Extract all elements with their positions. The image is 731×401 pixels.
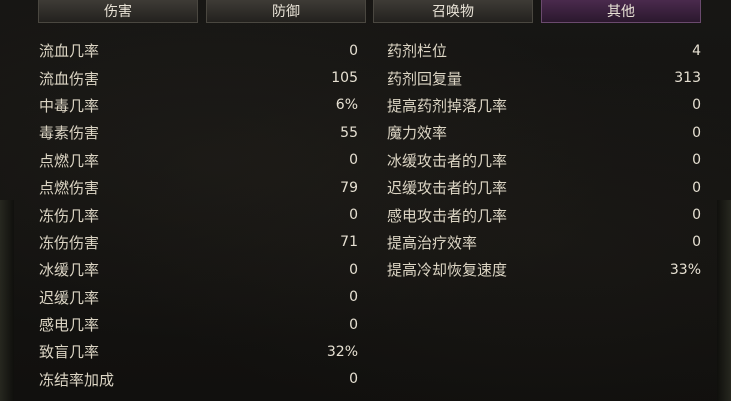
stat-label: 迟缓几率 <box>39 288 100 307</box>
stat-value: 0 <box>692 124 701 141</box>
stat-label: 冻结率加成 <box>39 370 115 389</box>
stat-value: 0 <box>349 207 358 224</box>
stat-row: 迟缓几率 0 <box>39 284 358 311</box>
stat-row: 冻结率加成 0 <box>39 366 358 393</box>
stat-label: 冰缓几率 <box>39 261 100 280</box>
stat-row: 中毒几率 6% <box>39 92 358 119</box>
stat-value: 6% <box>335 97 358 114</box>
tab-minions-label: 召唤物 <box>432 4 474 20</box>
tab-minions[interactable]: 召唤物 <box>373 0 533 23</box>
stat-value: 55 <box>340 124 358 141</box>
stat-label: 提高治疗效率 <box>387 233 478 252</box>
tab-damage-label: 伤害 <box>104 4 132 20</box>
stat-label: 提高冷却恢复速度 <box>387 261 508 280</box>
stat-value: 4 <box>692 42 701 59</box>
stat-value: 0 <box>349 42 358 59</box>
stat-row: 冰缓几率 0 <box>39 256 358 283</box>
stat-label: 流血伤害 <box>39 69 100 88</box>
stat-row: 冻伤几率 0 <box>39 201 358 228</box>
stat-value: 32% <box>326 343 358 360</box>
stat-row: 点燃几率 0 <box>39 147 358 174</box>
stat-value: 33% <box>669 261 701 278</box>
stat-value: 0 <box>692 152 701 169</box>
stat-value: 0 <box>349 261 358 278</box>
stat-label: 点燃几率 <box>39 151 100 170</box>
tab-damage[interactable]: 伤害 <box>38 0 198 23</box>
stat-label: 毒素伤害 <box>39 124 100 143</box>
stats-tab-bar: 伤害 防御 召唤物 其他 <box>38 0 708 24</box>
stat-row: 流血伤害 105 <box>39 64 358 91</box>
stat-value: 0 <box>692 179 701 196</box>
stat-value: 79 <box>340 179 358 196</box>
right-stats-column: 药剂栏位 4 药剂回复量 313 提高药剂掉落几率 0 魔力效率 0 冰缓攻击者的几率 0… <box>387 37 701 284</box>
stat-row: 流血几率 0 <box>39 37 358 64</box>
stat-row: 提高治疗效率 0 <box>387 229 701 256</box>
stat-label: 中毒几率 <box>39 96 100 115</box>
left-frame-ornament <box>0 200 14 401</box>
stat-label: 迟缓攻击者的几率 <box>387 179 508 198</box>
stat-label: 药剂回复量 <box>387 69 463 88</box>
stat-label: 提高药剂掉落几率 <box>387 96 508 115</box>
stat-value: 313 <box>674 70 701 87</box>
stat-row: 迟缓攻击者的几率 0 <box>387 174 701 201</box>
tab-other[interactable]: 其他 <box>541 0 701 23</box>
stat-label: 感电攻击者的几率 <box>387 206 508 225</box>
stat-row: 药剂栏位 4 <box>387 37 701 64</box>
stat-value: 0 <box>349 289 358 306</box>
stat-row: 提高药剂掉落几率 0 <box>387 92 701 119</box>
stat-label: 感电几率 <box>39 316 100 335</box>
stat-value: 0 <box>692 234 701 251</box>
stat-row: 药剂回复量 313 <box>387 64 701 91</box>
stat-row: 毒素伤害 55 <box>39 119 358 146</box>
stat-label: 冻伤几率 <box>39 206 100 225</box>
stat-row: 致盲几率 32% <box>39 338 358 365</box>
stat-row: 魔力效率 0 <box>387 119 701 146</box>
stat-value: 71 <box>340 234 358 251</box>
stat-row: 点燃伤害 79 <box>39 174 358 201</box>
stat-label: 冰缓攻击者的几率 <box>387 151 508 170</box>
stat-label: 致盲几率 <box>39 343 100 362</box>
stat-row: 感电几率 0 <box>39 311 358 338</box>
stat-value: 0 <box>349 371 358 388</box>
stat-value: 0 <box>349 316 358 333</box>
stat-label: 药剂栏位 <box>387 42 448 61</box>
right-frame-ornament <box>717 200 731 401</box>
stat-label: 流血几率 <box>39 42 100 61</box>
stat-row: 提高冷却恢复速度 33% <box>387 256 701 283</box>
left-stats-column: 流血几率 0 流血伤害 105 中毒几率 6% 毒素伤害 55 点燃几率 0 点燃伤害 79… <box>39 37 358 393</box>
stat-row: 冻伤伤害 71 <box>39 229 358 256</box>
stat-value: 0 <box>692 207 701 224</box>
stat-label: 点燃伤害 <box>39 179 100 198</box>
stat-label: 魔力效率 <box>387 124 448 143</box>
tab-defense-label: 防御 <box>272 4 300 20</box>
stat-label: 冻伤伤害 <box>39 233 100 252</box>
stat-value: 0 <box>692 97 701 114</box>
stat-row: 感电攻击者的几率 0 <box>387 201 701 228</box>
stat-row: 冰缓攻击者的几率 0 <box>387 147 701 174</box>
stat-value: 105 <box>331 70 358 87</box>
tab-other-label: 其他 <box>607 4 635 20</box>
stat-value: 0 <box>349 152 358 169</box>
tab-defense[interactable]: 防御 <box>206 0 366 23</box>
